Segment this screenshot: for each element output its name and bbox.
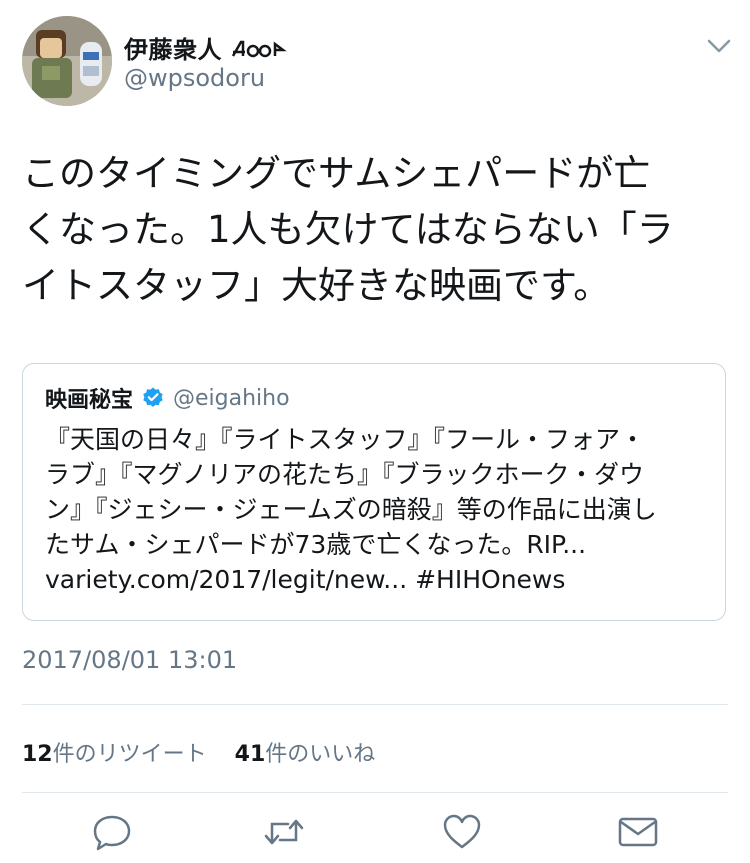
retweet-icon bbox=[264, 819, 304, 845]
author-display-name[interactable]: 伊藤衆人 bbox=[124, 30, 287, 65]
avatar[interactable] bbox=[22, 16, 112, 106]
reply-icon bbox=[93, 815, 131, 851]
like-button[interactable] bbox=[440, 812, 484, 852]
like-icon bbox=[443, 814, 481, 849]
like-count: 41 bbox=[234, 742, 266, 767]
quoted-tweet-text: 『天国の日々』『ライトスタッフ』『フール・フォア・ ラブ』『マグノリアの花たち』… bbox=[45, 425, 657, 594]
retweet-stat[interactable]: 12件のリツイート bbox=[22, 742, 207, 767]
divider bbox=[22, 792, 728, 793]
retweet-count: 12 bbox=[22, 742, 53, 767]
share-mail-icon bbox=[618, 817, 658, 847]
chevron-down-icon[interactable] bbox=[705, 34, 733, 58]
reply-button[interactable] bbox=[90, 812, 134, 852]
quoted-author-handle: @eigahiho bbox=[173, 385, 290, 411]
verified-badge-icon bbox=[143, 387, 163, 407]
author-handle[interactable]: @wpsodoru bbox=[124, 64, 265, 92]
quoted-tweet[interactable]: 映画秘宝 @eigahiho 『天国の日々』『ライトスタッフ』『フール・フォア・… bbox=[22, 363, 726, 621]
retweet-button[interactable] bbox=[262, 812, 306, 852]
tweet-timestamp[interactable]: 2017/08/01 13:01 bbox=[22, 646, 237, 674]
like-label: 件のいいね bbox=[265, 742, 376, 767]
divider bbox=[22, 704, 728, 705]
name-emoji-icons bbox=[231, 40, 287, 58]
quoted-tweet-header: 映画秘宝 @eigahiho bbox=[45, 382, 290, 414]
tweet-stats: 12件のリツイート 41件のいいね bbox=[22, 736, 375, 768]
quoted-author-name: 映画秘宝 bbox=[45, 388, 134, 413]
like-stat[interactable]: 41件のいいね bbox=[235, 742, 376, 767]
avatar-image bbox=[22, 16, 112, 106]
share-mail-button[interactable] bbox=[616, 812, 660, 852]
retweet-label: 件のリツイート bbox=[52, 742, 207, 767]
tweet-text: このタイミングでサムシェパードが亡 くなった。1人も欠けてはならない「ラ イトス… bbox=[22, 152, 674, 307]
